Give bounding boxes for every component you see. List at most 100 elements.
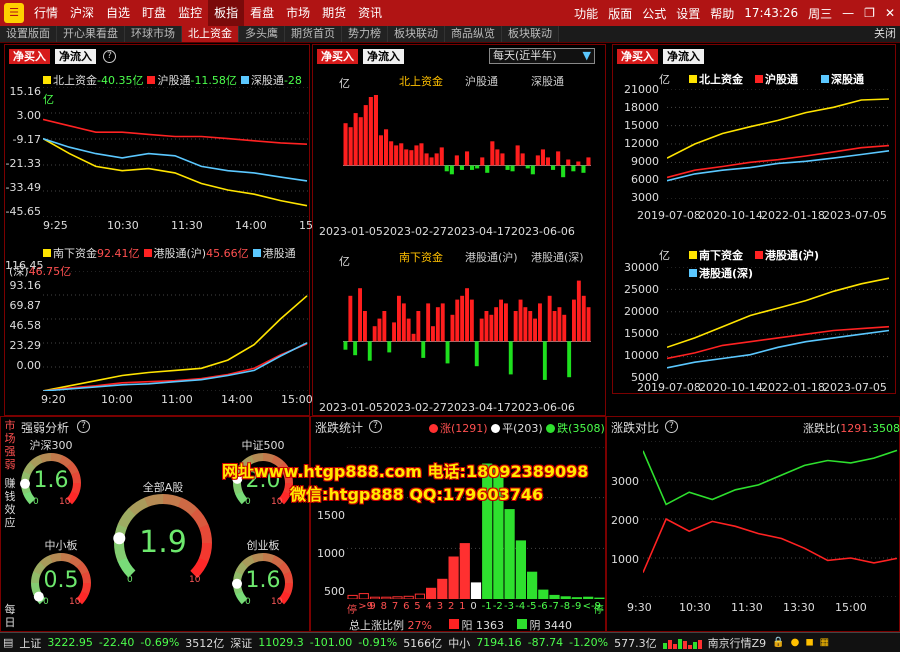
legend-swatch — [43, 249, 51, 257]
menu-9[interactable]: 资讯 — [352, 0, 388, 26]
net-inflow-button[interactable]: 净流入 — [663, 49, 704, 64]
column-header-2[interactable]: 港股通(深) — [531, 249, 584, 265]
help-icon[interactable]: ? — [369, 420, 382, 433]
lock-icon[interactable]: 🔒 — [769, 637, 787, 648]
bar — [567, 341, 572, 378]
index-name[interactable]: 深证 — [227, 635, 255, 651]
bar — [520, 153, 525, 166]
x-tick: 2023-06-06 — [511, 401, 575, 414]
side-tab-2[interactable]: 每日 — [3, 603, 17, 629]
server-name[interactable]: 南京行情Z9 — [705, 635, 770, 651]
help-icon[interactable]: ? — [665, 420, 678, 433]
tab-3[interactable]: 北上资金 — [182, 26, 239, 42]
bar — [515, 145, 520, 166]
histogram-bar — [549, 594, 560, 599]
restore-icon[interactable]: ❐ — [859, 6, 880, 20]
column-header-0[interactable]: 北上资金 — [399, 73, 443, 89]
y-tick: 23.29 — [9, 339, 42, 352]
menu-5[interactable]: 板指 — [208, 0, 245, 26]
period-dropdown[interactable]: 每天(近半年) ▼ — [489, 48, 595, 64]
tab-9[interactable]: 板块联动 — [502, 26, 559, 42]
gauge-arc — [251, 552, 264, 563]
help-icon[interactable]: ? — [77, 420, 90, 433]
main-menu: 行情 沪深 自选 盯盘 监控 板指 看盘 市场 期货 资讯 — [28, 0, 388, 26]
minimize-icon[interactable]: — — [837, 6, 859, 20]
x-tick: 13:30 — [783, 601, 815, 614]
histogram-bar — [414, 593, 426, 599]
histogram-bar — [347, 594, 358, 599]
chat-icon[interactable]: ◼ — [802, 637, 816, 648]
gauge-min: 0 — [43, 597, 49, 607]
x-tick: 2019-07-08 — [637, 381, 701, 394]
x-tick: -7 — [548, 601, 559, 612]
histogram-bar — [437, 578, 448, 599]
menu-7[interactable]: 市场 — [280, 0, 316, 26]
net-buy-button[interactable]: 净买入 — [617, 49, 658, 64]
tab-5[interactable]: 期货首页 — [285, 26, 342, 42]
x-tick: 2023-02-27 — [383, 401, 447, 414]
tab-2[interactable]: 环球市场 — [125, 26, 182, 42]
y-tick: 3.00 — [16, 109, 42, 122]
right-menu-4[interactable]: 帮助 — [705, 5, 739, 22]
series-line-0 — [667, 277, 890, 349]
legend-label: 北上资金 — [53, 74, 97, 87]
column-header-1[interactable]: 沪股通 — [465, 73, 498, 89]
ratio-label: 总上涨比例 — [349, 619, 404, 632]
bar — [480, 157, 485, 166]
gauge-arc — [29, 455, 43, 468]
legend-swatch — [755, 75, 763, 83]
flat-count: 平(203) — [502, 422, 543, 435]
right-menu-0[interactable]: 功能 — [569, 5, 603, 22]
index-name[interactable]: 中小 — [445, 635, 473, 651]
tab-8[interactable]: 商品纵览 — [445, 26, 502, 42]
x-tick: 2023-01-05 — [319, 225, 383, 238]
chevron-down-icon: ▼ — [582, 49, 591, 62]
gauge-max: 10 — [271, 497, 283, 507]
tab-6[interactable]: 势力榜 — [342, 26, 388, 42]
legend-value: 45.66亿 — [206, 247, 249, 260]
legend-item: 南下资金 — [689, 247, 743, 263]
gauge-arc — [23, 491, 36, 505]
tab-0[interactable]: 设置版面 — [0, 26, 57, 42]
menu-4[interactable]: 监控 — [172, 0, 208, 26]
net-inflow-button[interactable]: 净流入 — [55, 49, 96, 64]
cumulative-flow-panel: 净买入 净流入 亿 北上资金 沪股通 深股通 21000 18000 15000 1200… — [612, 44, 896, 394]
net-inflow-button[interactable]: 净流入 — [363, 49, 404, 64]
tab-7[interactable]: 板块联动 — [388, 26, 445, 42]
net-buy-button[interactable]: 净买入 — [317, 49, 358, 64]
x-tick: -5 — [526, 601, 537, 612]
breadth-bar — [682, 640, 687, 649]
menu-8[interactable]: 期货 — [316, 0, 352, 26]
bell-icon[interactable]: ● — [788, 637, 803, 648]
menu-1[interactable]: 沪深 — [64, 0, 100, 26]
column-header-0[interactable]: 南下资金 — [399, 249, 443, 265]
close-tab-button[interactable]: 关闭 — [874, 26, 896, 42]
close-window-icon[interactable]: ✕ — [880, 6, 900, 20]
index-name[interactable]: 上证 — [16, 635, 44, 651]
bar — [363, 105, 368, 166]
net-buy-button[interactable]: 净买入 — [9, 49, 50, 64]
tab-4[interactable]: 多头鹰 — [239, 26, 285, 42]
x-tick: -6 — [537, 601, 548, 612]
keyboard-icon[interactable]: ▦ — [817, 637, 832, 648]
index-change: -22.40 — [98, 636, 135, 649]
bar — [489, 314, 494, 342]
right-menu-1[interactable]: 版面 — [603, 5, 637, 22]
column-header-2[interactable]: 深股通 — [531, 73, 564, 89]
tab-1[interactable]: 开心果看盘 — [57, 26, 125, 42]
bar — [454, 155, 459, 166]
series-line-0 — [643, 517, 898, 573]
status-menu-icon[interactable]: ▤ — [0, 636, 16, 649]
right-menu-3[interactable]: 设置 — [671, 5, 705, 22]
menu-2[interactable]: 自选 — [100, 0, 136, 26]
help-icon[interactable]: ? — [103, 50, 116, 63]
menu-0[interactable]: 行情 — [28, 0, 64, 26]
right-menu-2[interactable]: 公式 — [637, 5, 671, 22]
column-header-1[interactable]: 港股通(沪) — [465, 249, 518, 265]
x-tick: 10:30 — [107, 219, 139, 232]
menu-3[interactable]: 盯盘 — [136, 0, 172, 26]
app-logo-icon[interactable]: ☰ — [4, 3, 24, 23]
x-tick: 11:00 — [161, 393, 193, 406]
menu-6[interactable]: 看盘 — [244, 0, 280, 26]
x-tick: 9:30 — [627, 601, 652, 614]
